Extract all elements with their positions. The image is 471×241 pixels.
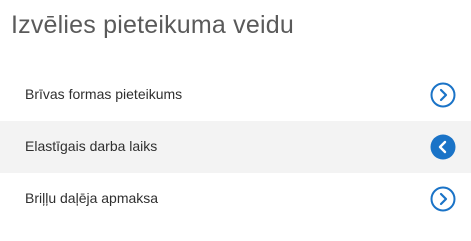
list-item-flexible-hours[interactable]: Elastīgais darba laiks (0, 121, 471, 173)
request-type-panel: Izvēlies pieteikuma veidu Brīvas formas … (0, 0, 471, 241)
list-item-glasses-reimbursement[interactable]: Briļļu daļēja apmaksa (0, 173, 471, 225)
chevron-right-circle-icon[interactable] (430, 82, 456, 108)
list-item-label: Briļļu daļēja apmaksa (25, 190, 159, 206)
list-item-label: Elastīgais darba laiks (25, 138, 158, 154)
page-title: Izvēlies pieteikuma veidu (11, 11, 294, 39)
list-item-label: Brīvas formas pieteikums (25, 86, 183, 102)
list-item-free-form[interactable]: Brīvas formas pieteikums (0, 69, 471, 121)
request-type-list: Brīvas formas pieteikums Elastīgais darb… (0, 69, 471, 225)
chevron-left-circle-filled-icon[interactable] (430, 134, 456, 160)
chevron-right-circle-icon[interactable] (430, 186, 456, 212)
